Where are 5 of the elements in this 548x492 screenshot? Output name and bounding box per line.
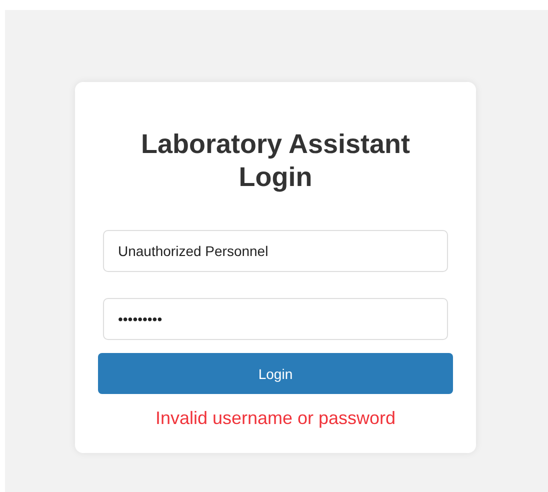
- error-message: Invalid username or password: [155, 408, 396, 429]
- password-field[interactable]: •••••••••: [103, 298, 448, 340]
- login-button[interactable]: Login: [98, 353, 453, 394]
- username-field[interactable]: Unauthorized Personnel: [103, 230, 448, 272]
- login-title: Laboratory Assistant Login: [140, 128, 412, 194]
